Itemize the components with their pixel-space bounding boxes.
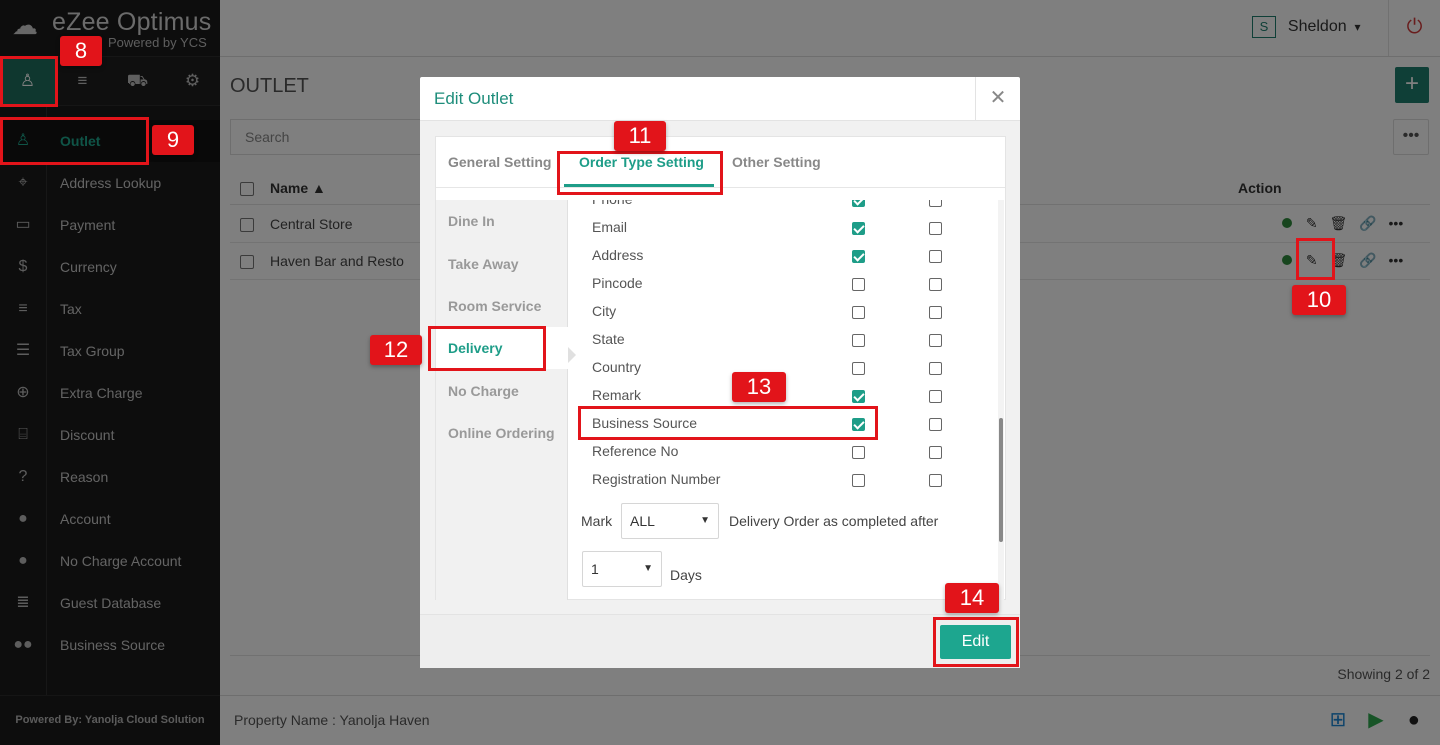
days-value: 1 bbox=[591, 561, 599, 577]
field-label: City bbox=[592, 303, 617, 319]
days-label: Days bbox=[670, 567, 702, 583]
chevron-down-icon: ▼ bbox=[700, 515, 710, 526]
field-row: Email bbox=[568, 214, 988, 242]
highlight-box bbox=[933, 617, 1019, 667]
field-label: Remark bbox=[592, 387, 642, 403]
field-show-checkbox[interactable] bbox=[852, 390, 865, 403]
highlight-box bbox=[1296, 238, 1335, 280]
field-show-checkbox[interactable] bbox=[852, 446, 865, 459]
step-badge: 13 bbox=[732, 372, 786, 402]
mark-label: Mark bbox=[581, 513, 613, 529]
field-row: State bbox=[568, 326, 988, 354]
highlight-box bbox=[557, 151, 723, 195]
highlight-box bbox=[428, 326, 546, 371]
field-row: Phone bbox=[568, 200, 988, 214]
field-mandatory-checkbox[interactable] bbox=[929, 278, 942, 291]
field-mandatory-checkbox[interactable] bbox=[929, 250, 942, 263]
scrollbar-thumb[interactable] bbox=[999, 418, 1003, 542]
field-label: Email bbox=[592, 219, 628, 235]
mark-order-select[interactable]: ALL ▼ bbox=[621, 503, 719, 539]
field-show-checkbox[interactable] bbox=[852, 250, 865, 263]
step-badge: 11 bbox=[614, 121, 666, 151]
dialog-title: Edit Outlet bbox=[434, 89, 514, 108]
field-row: City bbox=[568, 298, 988, 326]
field-show-checkbox[interactable] bbox=[852, 334, 865, 347]
step-badge: 8 bbox=[60, 36, 102, 66]
mark-completed-row: Mark ALL ▼ Delivery Order as completed a… bbox=[581, 503, 991, 539]
field-mandatory-checkbox[interactable] bbox=[929, 200, 942, 207]
order-type-take-away[interactable]: Take Away bbox=[436, 243, 568, 285]
step-badge: 9 bbox=[152, 125, 194, 155]
field-label: Address bbox=[592, 247, 644, 263]
close-icon[interactable]: ✕ bbox=[975, 77, 1020, 121]
field-mandatory-checkbox[interactable] bbox=[929, 390, 942, 403]
highlight-box bbox=[578, 406, 878, 440]
field-mandatory-checkbox[interactable] bbox=[929, 446, 942, 459]
field-mandatory-checkbox[interactable] bbox=[929, 334, 942, 347]
field-label: Registration Number bbox=[592, 471, 721, 487]
chevron-down-icon: ▼ bbox=[643, 563, 653, 574]
field-show-checkbox[interactable] bbox=[852, 222, 865, 235]
step-badge: 14 bbox=[945, 583, 999, 613]
field-show-checkbox[interactable] bbox=[852, 306, 865, 319]
tab-other-setting[interactable]: Other Setting bbox=[732, 154, 821, 170]
field-mandatory-checkbox[interactable] bbox=[929, 306, 942, 319]
mark-order-value: ALL bbox=[630, 513, 655, 529]
order-type-dine-in[interactable]: Dine In bbox=[436, 200, 568, 242]
field-mandatory-checkbox[interactable] bbox=[929, 222, 942, 235]
days-row: 1 ▼ Days bbox=[582, 551, 882, 587]
field-show-checkbox[interactable] bbox=[852, 474, 865, 487]
field-row: Pincode bbox=[568, 270, 988, 298]
mark-after-label: Delivery Order as completed after bbox=[729, 513, 939, 529]
order-type-online-ordering[interactable]: Online Ordering bbox=[436, 412, 568, 454]
dialog-footer: Edit bbox=[420, 614, 1020, 668]
field-row: Address bbox=[568, 242, 988, 270]
field-row: Reference No bbox=[568, 438, 988, 466]
days-select[interactable]: 1 ▼ bbox=[582, 551, 662, 587]
tab-general-setting[interactable]: General Setting bbox=[448, 154, 551, 170]
field-mandatory-checkbox[interactable] bbox=[929, 362, 942, 375]
order-type-nav: Dine In Take Away Room Service Delivery … bbox=[436, 200, 568, 600]
step-badge: 12 bbox=[370, 335, 422, 365]
step-badge: 10 bbox=[1292, 285, 1346, 315]
field-label: Pincode bbox=[592, 275, 643, 291]
field-show-checkbox[interactable] bbox=[852, 362, 865, 375]
field-mandatory-checkbox[interactable] bbox=[929, 474, 942, 487]
field-show-checkbox[interactable] bbox=[852, 278, 865, 291]
delivery-fields: Phone Email Address Pincode City State Country… bbox=[568, 200, 1005, 600]
order-type-room-service[interactable]: Room Service bbox=[436, 285, 568, 327]
field-label: Reference No bbox=[592, 443, 679, 459]
highlight-box bbox=[0, 56, 58, 107]
order-type-no-charge[interactable]: No Charge bbox=[436, 370, 568, 412]
highlight-box bbox=[0, 117, 149, 165]
field-show-checkbox[interactable] bbox=[852, 200, 865, 207]
dialog-header: Edit Outlet ✕ bbox=[420, 77, 1020, 121]
field-label: Phone bbox=[592, 200, 632, 207]
field-label: Country bbox=[592, 359, 642, 375]
field-mandatory-checkbox[interactable] bbox=[929, 418, 942, 431]
field-row: Registration Number bbox=[568, 466, 988, 494]
field-label: State bbox=[592, 331, 625, 347]
